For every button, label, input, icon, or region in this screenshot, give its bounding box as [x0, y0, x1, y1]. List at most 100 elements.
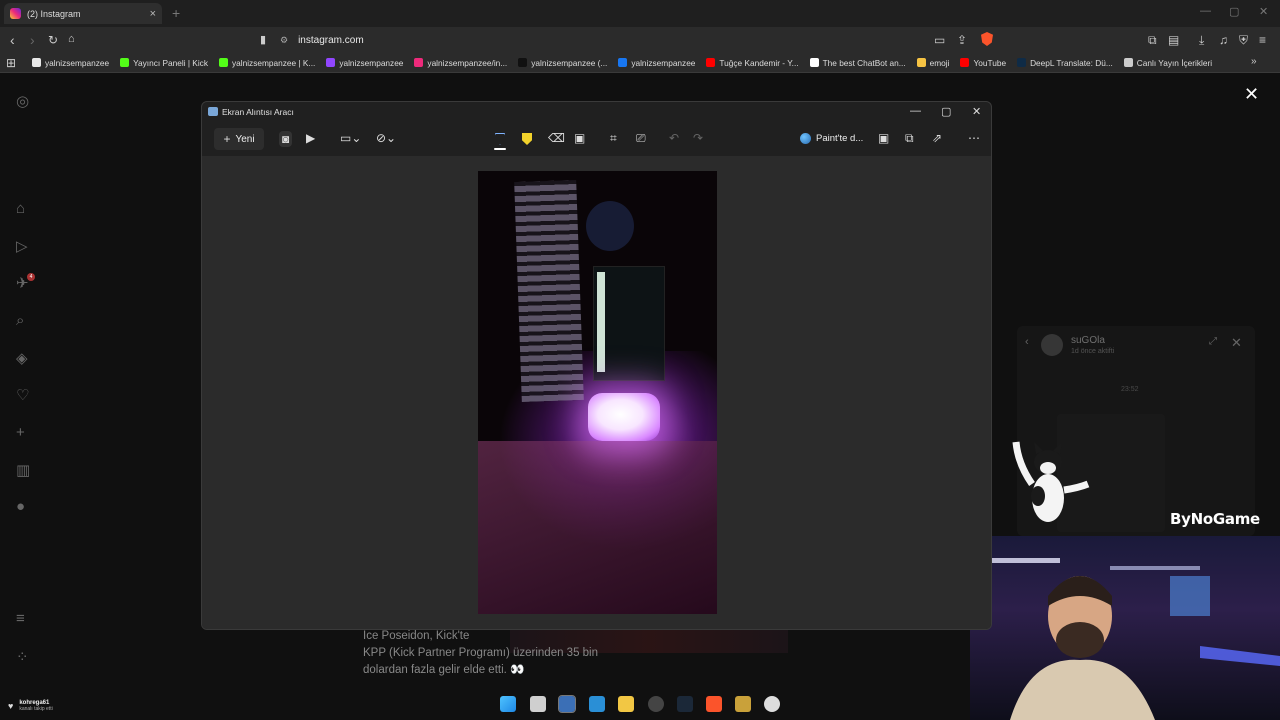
instagram-close-icon[interactable]: ✕: [1244, 84, 1259, 105]
bookmark-item[interactable]: yalnizsempanzee: [32, 58, 109, 68]
profile-nav-icon[interactable]: ●: [16, 498, 25, 515]
bookmark-item[interactable]: emoji: [916, 58, 949, 68]
chat-close-icon[interactable]: ✕: [1231, 335, 1242, 351]
bookmark-item[interactable]: Yayıncı Paneli | Kick: [120, 58, 208, 68]
search-nav-icon[interactable]: ⌕: [16, 312, 24, 329]
music-icon[interactable]: ♫: [1219, 33, 1228, 47]
share-snip-icon[interactable]: ⇗: [932, 131, 942, 145]
bookmark-item[interactable]: Canlı Yayın İçerikleri: [1123, 58, 1212, 68]
eraser-icon[interactable]: ⌫: [548, 131, 565, 145]
explore-nav-icon[interactable]: ◈: [16, 349, 28, 367]
menu-icon[interactable]: ≡: [1259, 33, 1266, 47]
bookmark-item[interactable]: The best ChatBot an...: [809, 57, 906, 68]
bookmarks-bar: ⊞ yalnizsempanzee Yayıncı Paneli | Kick ya…: [0, 53, 1280, 73]
snip-close-icon[interactable]: ✕: [972, 105, 981, 118]
apps-grid-icon[interactable]: ⊞: [6, 56, 32, 70]
notification-badge: 4: [27, 273, 35, 281]
bookmark-item[interactable]: yalnizsempanzee: [618, 58, 695, 68]
open-in-paint-button[interactable]: Paint'te d...: [800, 133, 863, 144]
bookmark-item[interactable]: yalnizsempanzee: [326, 58, 403, 68]
bookmark-label: Yayıncı Paneli | Kick: [133, 57, 208, 68]
chat-user-status: 1d önce aktifti: [1071, 348, 1115, 355]
chat-back-icon[interactable]: ‹: [1025, 336, 1029, 348]
expand-icon[interactable]: ⤢: [1209, 336, 1217, 347]
delay-timer-dropdown-icon[interactable]: ⊘⌄: [376, 131, 396, 145]
copy-icon[interactable]: ⧉: [905, 131, 914, 146]
more-bookmarks-icon[interactable]: »: [1251, 56, 1257, 67]
bookmark-item[interactable]: Tuğçe Kandemir - Y...: [706, 58, 799, 68]
text-actions-icon[interactable]: ⎚: [636, 131, 646, 146]
bookmark-favicon-icon: [326, 58, 336, 67]
bookmark-item[interactable]: DeepL Translate: Dü...: [1017, 58, 1113, 68]
url-text: instagram.com: [298, 34, 364, 46]
save-icon[interactable]: ▣: [878, 131, 889, 145]
sidebar-icon[interactable]: ▤: [1168, 33, 1179, 47]
captured-photo[interactable]: [478, 171, 717, 614]
maximize-icon[interactable]: ▢: [1229, 5, 1239, 18]
undo-icon[interactable]: ↶: [669, 131, 679, 145]
post-line-1: Ice Poseidon, Kick'te: [363, 630, 470, 642]
new-snip-button[interactable]: + Yeni: [214, 128, 264, 150]
instagram-logo-icon[interactable]: ◎: [16, 92, 29, 110]
create-nav-icon[interactable]: +: [16, 424, 25, 441]
close-window-icon[interactable]: ✕: [1259, 5, 1268, 18]
bookmark-item[interactable]: yalnizsempanzee | K...: [218, 58, 315, 68]
bookmark-item[interactable]: YouTube: [960, 58, 1006, 68]
skull-app-icon[interactable]: [764, 696, 780, 712]
cat-overlay-image: [1012, 441, 1090, 522]
steam-icon[interactable]: [677, 696, 693, 712]
extensions-icon[interactable]: ⧉: [1148, 33, 1157, 48]
bookmark-favicon-icon: [809, 58, 819, 67]
more-nav-icon[interactable]: ≡: [16, 610, 25, 627]
cast-icon[interactable]: ▭: [934, 33, 945, 47]
home-icon[interactable]: ⌂: [68, 33, 75, 45]
new-tab-button[interactable]: +: [172, 5, 180, 21]
bookmark-label: yalnizsempanzee (...: [531, 57, 608, 68]
obs-icon[interactable]: [648, 696, 664, 712]
bookmark-label: yalnizsempanzee/in...: [427, 57, 508, 68]
home-nav-icon[interactable]: ⌂: [16, 200, 25, 217]
reload-icon[interactable]: ↻: [48, 33, 58, 47]
apps-nav-icon[interactable]: ⁘: [16, 648, 29, 666]
video-mode-icon[interactable]: ▶: [306, 131, 315, 145]
plus-icon: +: [223, 132, 231, 146]
tab-close-icon[interactable]: ×: [150, 8, 156, 20]
reels-nav-icon[interactable]: ▷: [16, 237, 28, 255]
media-player-icon[interactable]: [735, 696, 751, 712]
snip-shape-dropdown-icon[interactable]: ▭⌄: [340, 131, 361, 145]
minimize-icon[interactable]: —: [1200, 5, 1211, 17]
photos-icon[interactable]: [589, 696, 605, 712]
share-icon[interactable]: ⇪: [957, 33, 967, 47]
url-field[interactable]: ⚙ instagram.com: [280, 30, 1000, 50]
bookmark-label: The best ChatBot an...: [822, 57, 906, 68]
folder-icon[interactable]: [618, 696, 634, 712]
snip-minimize-icon[interactable]: —: [910, 105, 921, 117]
screenshot-mode-icon[interactable]: ◙: [279, 131, 293, 147]
snip-title-bar[interactable]: Ekran Alıntısı Aracı — ▢ ✕: [202, 102, 991, 122]
dashboard-nav-icon[interactable]: ▥: [16, 461, 30, 479]
site-info-icon[interactable]: ⚙: [280, 35, 288, 46]
vpn-icon[interactable]: ⛨: [1239, 33, 1248, 48]
active-tool-indicator: [494, 148, 506, 150]
brave-taskbar-icon[interactable]: [706, 696, 722, 712]
notifications-nav-icon[interactable]: ♡: [16, 386, 29, 404]
download-icon[interactable]: ⤓: [1199, 33, 1204, 48]
snip-maximize-icon[interactable]: ▢: [941, 105, 951, 118]
forward-icon[interactable]: ›: [30, 32, 35, 48]
back-icon[interactable]: ‹: [10, 32, 15, 48]
bookmark-item[interactable]: yalnizsempanzee (...: [518, 58, 607, 68]
tab-instagram[interactable]: (2) Instagram ×: [4, 3, 162, 24]
webcam-overlay: [970, 536, 1280, 720]
bookmark-label: DeepL Translate: Dü...: [1030, 57, 1113, 68]
bookmark-icon[interactable]: ▮: [260, 33, 266, 46]
bookmark-favicon-icon: [518, 58, 528, 67]
start-icon[interactable]: [500, 696, 516, 712]
file-explorer-icon[interactable]: [530, 696, 546, 712]
image-tool-icon[interactable]: ▣: [574, 131, 585, 145]
redo-icon[interactable]: ↷: [693, 131, 703, 145]
bookmark-label: yalnizsempanzee: [631, 57, 696, 68]
more-options-icon[interactable]: ⋯: [968, 131, 980, 145]
crop-icon[interactable]: ⌗: [610, 131, 617, 146]
bookmark-item[interactable]: yalnizsempanzee/in...: [414, 58, 507, 68]
snipping-tool-taskbar-icon[interactable]: [558, 695, 576, 713]
